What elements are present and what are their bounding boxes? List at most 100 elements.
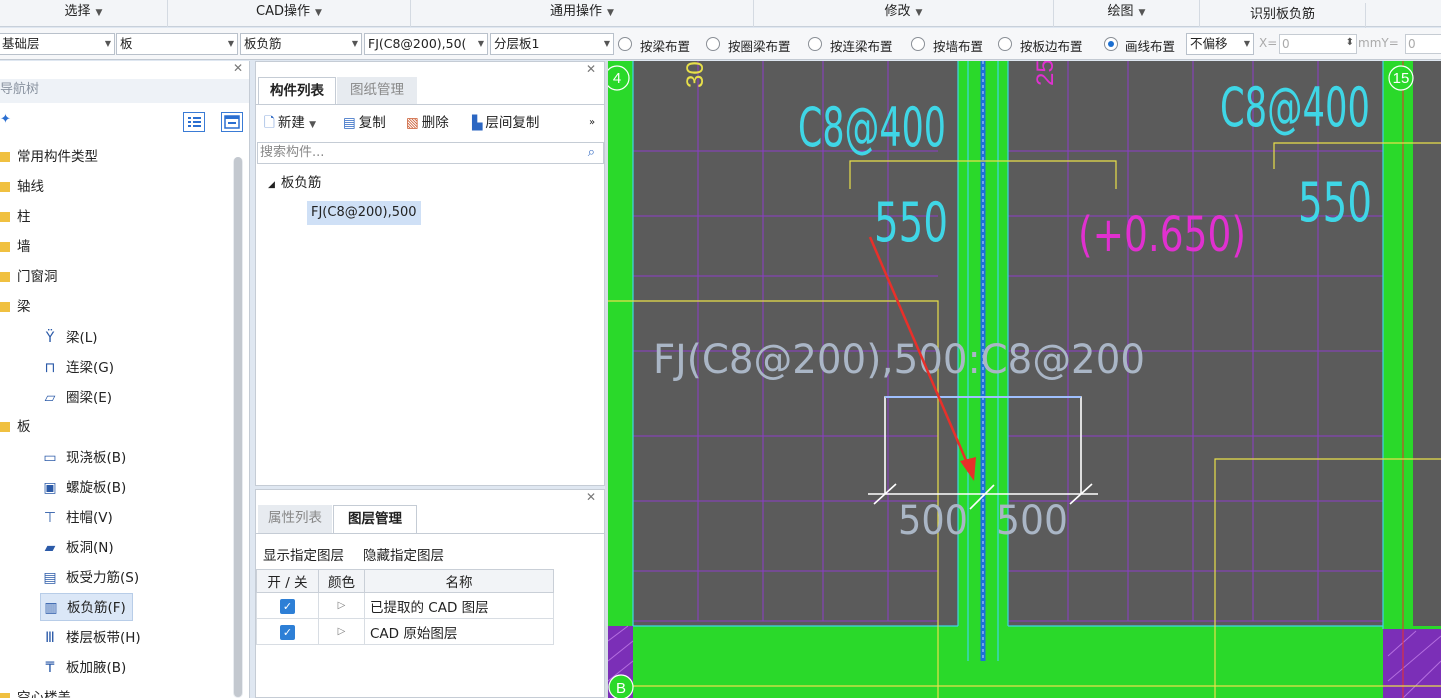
- delete-icon: ▧: [406, 115, 419, 131]
- tab-drawing-manager[interactable]: 图纸管理: [337, 77, 417, 104]
- spinner-icon[interactable]: ⬍: [1346, 34, 1354, 52]
- nav-item-beam-l[interactable]: Ÿ 梁(L): [40, 324, 104, 352]
- nav-item-common[interactable]: 常用构件类型: [0, 142, 98, 172]
- hide-layer-button[interactable]: 隐藏指定图层: [363, 544, 444, 564]
- tab-layer-manager[interactable]: 图层管理: [333, 505, 417, 533]
- nav-item-column-cap[interactable]: ⊤ 柱帽(V): [40, 504, 119, 532]
- nav-item-slab-hole[interactable]: ▰ 板洞(N): [40, 534, 120, 562]
- layer-color-cell[interactable]: ▷: [318, 618, 365, 645]
- checkbox-checked-icon[interactable]: ✓: [280, 624, 295, 640]
- column-cap-icon: ⊤: [43, 510, 57, 526]
- pin-icon[interactable]: ✦: [0, 112, 11, 127]
- delete-button[interactable]: ▧ 删除: [406, 112, 449, 134]
- radio-by-wall[interactable]: [911, 37, 925, 51]
- slab-negative-rebar-icon: ▥: [44, 600, 58, 616]
- tree-leaf-component[interactable]: FJ(C8@200),500: [307, 201, 421, 225]
- more-icon[interactable]: »: [589, 112, 595, 134]
- cast-slab-icon: ▭: [43, 450, 57, 466]
- nav-item-wall[interactable]: 墙: [0, 232, 31, 262]
- chevron-down-icon: ▼: [315, 8, 322, 18]
- table-row: ✓ ▷ 已提取的 CAD 图层: [256, 592, 554, 619]
- ribbon-group-select[interactable]: 选择 ▼: [0, 0, 168, 27]
- nav-tree-title: 导航树: [0, 79, 249, 103]
- nav-item-beam[interactable]: 梁: [0, 292, 31, 322]
- checkbox-checked-icon[interactable]: ✓: [280, 598, 295, 614]
- dim-label-left: 550: [874, 191, 948, 254]
- nav-item-spiral-slab[interactable]: ▣ 螺旋板(B): [40, 474, 132, 502]
- ribbon-group-identify-rebar[interactable]: 识别板负筋: [1200, 3, 1366, 30]
- cad-canvas[interactable]: 4 15 B 30 25 C8@400 C8@400 550 550 (+0.6…: [608, 61, 1441, 698]
- radio-by-coupling-beam[interactable]: [808, 37, 822, 51]
- axis-bubble-4: 4: [608, 65, 630, 91]
- cad-drawing[interactable]: 4 15 B 30 25 C8@400 C8@400 550 550 (+0.6…: [608, 61, 1441, 698]
- label-by-ring-beam: 按圈梁布置: [728, 39, 791, 54]
- tab-properties[interactable]: 属性列表: [258, 505, 332, 533]
- search-input[interactable]: 搜索构件... ⌕: [257, 142, 604, 164]
- search-icon[interactable]: ⌕: [588, 143, 595, 163]
- slab-rebar-icon: ▤: [43, 570, 57, 586]
- nav-item-cast-slab[interactable]: ▭ 现浇板(B): [40, 444, 132, 472]
- ribbon-bar: 选择 ▼ CAD操作 ▼ 通用操作 ▼ 修改 ▼ 绘图 ▼ 识别板负筋: [0, 0, 1441, 30]
- component-select[interactable]: FJ(C8@200),50(▼: [364, 33, 488, 55]
- floor-copy-button[interactable]: ▙ 层间复制: [472, 112, 539, 134]
- tab-component-list[interactable]: 构件列表: [258, 77, 336, 104]
- type-select[interactable]: 板负筋 ▼: [240, 33, 362, 55]
- x-input[interactable]: 0 ⬍: [1279, 34, 1357, 54]
- ribbon-group-draw[interactable]: 绘图 ▼: [1054, 0, 1200, 27]
- ribbon-group-cad-ops[interactable]: CAD操作 ▼: [168, 0, 411, 27]
- chevron-down-icon: ▼: [227, 39, 234, 48]
- nav-item-slab[interactable]: 板: [0, 412, 31, 442]
- layer-color-cell[interactable]: ▷: [318, 592, 365, 619]
- folder-icon: [0, 152, 10, 162]
- nav-item-opening[interactable]: 门窗洞: [0, 262, 58, 292]
- radio-draw-line[interactable]: [1104, 37, 1118, 51]
- ribbon-group-modify[interactable]: 修改 ▼: [754, 0, 1054, 27]
- column-header-toggle: 开 / 关: [256, 569, 319, 593]
- new-button[interactable]: 🗋 新建 ▼: [264, 112, 316, 134]
- column-header-name: 名称: [364, 569, 554, 593]
- nav-item-coupling-beam[interactable]: ⊓ 连梁(G): [40, 354, 120, 382]
- layer-select[interactable]: 分层板1 ▼: [490, 33, 614, 55]
- layer-toggle-cell: ✓: [256, 618, 319, 645]
- new-file-icon: 🗋: [264, 115, 275, 131]
- show-layer-button[interactable]: 显示指定图层: [263, 544, 344, 564]
- tree-node-slab-negative-rebar[interactable]: ◢ 板负筋: [268, 172, 321, 194]
- axis-bubble-b: B: [608, 674, 634, 698]
- detail-view-button[interactable]: [221, 112, 243, 132]
- dim-label-right: 550: [1298, 171, 1372, 234]
- nav-scrollbar[interactable]: [233, 157, 243, 698]
- radio-by-slab-edge[interactable]: [998, 37, 1012, 51]
- nav-item-slab-haunch[interactable]: ₸ 板加腋(B): [40, 654, 132, 682]
- chevron-down-icon: ▼: [915, 8, 923, 18]
- slab-haunch-icon: ₸: [45, 660, 55, 676]
- nav-item-hollow-floor[interactable]: 空心楼盖: [0, 683, 71, 698]
- nav-item-ring-beam[interactable]: ▱ 圈梁(E): [40, 384, 118, 412]
- nav-item-axis[interactable]: 轴线: [0, 172, 44, 202]
- close-icon[interactable]: ✕: [586, 490, 596, 504]
- ribbon-group-label: CAD操作: [256, 4, 311, 19]
- nav-item-column[interactable]: 柱: [0, 202, 31, 232]
- label-by-beam: 按梁布置: [640, 39, 691, 54]
- nav-item-floor-strip[interactable]: Ⅲ 楼层板带(H): [40, 624, 147, 652]
- y-input[interactable]: 0: [1405, 34, 1441, 54]
- x-label: X=: [1259, 36, 1278, 50]
- close-icon[interactable]: ✕: [233, 61, 243, 75]
- ribbon-group-label: 选择: [64, 4, 91, 19]
- copy-icon: ▤: [343, 115, 356, 131]
- collapse-icon[interactable]: ◢: [268, 180, 275, 190]
- close-icon[interactable]: ✕: [586, 62, 596, 76]
- floor-select[interactable]: 基础层 ▼: [0, 33, 115, 55]
- nav-item-slab-rebar[interactable]: ▤ 板受力筋(S): [40, 564, 145, 592]
- ribbon-group-common-ops[interactable]: 通用操作 ▼: [411, 0, 754, 27]
- label-draw-line: 画线布置: [1125, 39, 1176, 54]
- offset-select[interactable]: 不偏移 ▼: [1186, 33, 1254, 55]
- list-view-button[interactable]: [183, 112, 205, 132]
- radio-by-ring-beam[interactable]: [706, 37, 720, 51]
- category-select[interactable]: 板 ▼: [116, 33, 238, 55]
- copy-button[interactable]: ▤ 复制: [343, 112, 386, 134]
- scrollbar-thumb[interactable]: [234, 157, 242, 697]
- nav-item-slab-negative-rebar[interactable]: ▥ 板负筋(F): [40, 593, 133, 621]
- detail-view-icon: [224, 115, 240, 129]
- label-by-wall: 按墙布置: [933, 39, 984, 54]
- radio-by-beam[interactable]: [618, 37, 632, 51]
